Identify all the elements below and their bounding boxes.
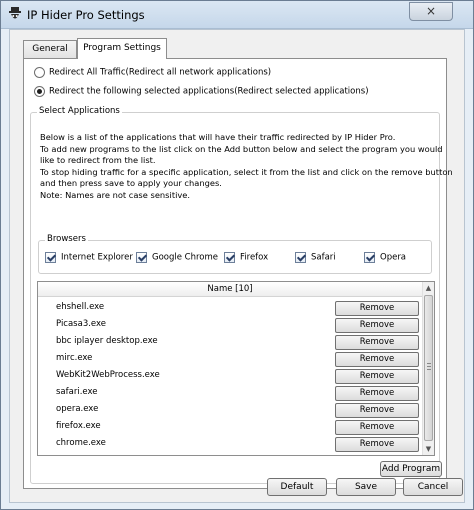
radio-button-selected-icon [34,86,45,97]
description-line: Below is a list of the applications that… [40,132,396,142]
redirect-selected-radio[interactable]: Redirect the following selected applicat… [34,86,369,100]
browser-checkbox-opera[interactable]: Opera [364,252,406,266]
tab-program-settings[interactable]: Program Settings [77,38,167,59]
app-name: firefox.exe [56,421,101,431]
browser-label: Internet Explorer [61,252,133,263]
list-item[interactable]: bbc iplayer desktop.exe Remove [38,334,422,351]
cancel-button[interactable]: Cancel [403,478,463,496]
app-name: ehshell.exe [56,302,105,312]
description-line: like to redirect from the list. [40,155,156,166]
remove-button[interactable]: Remove [335,437,419,452]
applications-list[interactable]: Name [10] ehshell.exe Remove Picasa3.exe… [37,281,435,456]
add-program-button[interactable]: Add Program [380,461,442,477]
radio-button-icon [34,67,45,78]
browser-label: Safari [311,252,336,263]
scroll-thumb[interactable] [424,295,433,441]
list-item[interactable]: WebKit2WebProcess.exe Remove [38,368,422,385]
app-logo-icon [9,7,21,19]
description-line: To stop hiding traffic for a specific ap… [40,166,453,177]
browsers-group: Browsers Internet Explorer Google Chrome… [38,234,432,274]
app-name: chrome.exe [56,438,106,448]
remove-button[interactable]: Remove [335,386,419,401]
browser-label: Opera [380,252,407,263]
select-applications-description: Below is a list of the applications that… [40,132,453,202]
app-name: Picasa3.exe [56,319,107,329]
remove-button[interactable]: Remove [335,403,419,418]
remove-button[interactable]: Remove [335,335,419,350]
remove-button[interactable]: Remove [335,420,419,435]
title-bar[interactable]: IP Hider Pro Settings × [1,1,473,29]
scroll-down-arrow-icon[interactable]: ▼ [423,443,434,455]
remove-button[interactable]: Remove [335,318,419,333]
close-icon: × [425,4,437,18]
browser-checkbox-internet-explorer[interactable]: Internet Explorer [45,252,133,266]
select-applications-title: Select Applications [37,106,122,116]
window-title: IP Hider Pro Settings [27,8,145,22]
save-button[interactable]: Save [336,478,396,496]
browser-label: Google Chrome [152,252,219,263]
app-name: opera.exe [56,404,99,414]
list-item[interactable]: opera.exe Remove [38,402,422,419]
redirect-all-label: Redirect All Traffic(Redirect all networ… [49,67,272,78]
browser-checkbox-firefox[interactable]: Firefox [224,252,268,266]
checkbox-checked-icon [364,252,375,263]
remove-button[interactable]: Remove [335,352,419,367]
redirect-all-radio[interactable]: Redirect All Traffic(Redirect all networ… [34,67,271,81]
browser-checkbox-safari[interactable]: Safari [295,252,336,266]
checkbox-checked-icon [136,252,147,263]
remove-button[interactable]: Remove [335,369,419,384]
grip-line [427,363,431,364]
tab-general[interactable]: General [23,40,77,58]
app-name: bbc iplayer desktop.exe [56,336,158,346]
list-item[interactable]: Picasa3.exe Remove [38,317,422,334]
app-name: WebKit2WebProcess.exe [56,370,160,380]
checkbox-checked-icon [45,252,56,263]
list-header-name[interactable]: Name [10] [38,282,422,297]
description-line: and then press save to apply your change… [40,178,222,189]
list-item[interactable]: mirc.exe Remove [38,351,422,368]
grip-line [427,366,431,367]
list-item[interactable]: firefox.exe Remove [38,419,422,436]
list-scrollbar[interactable]: ▲ ▼ [422,282,434,455]
remove-button[interactable]: Remove [335,301,419,316]
browser-label: Firefox [240,252,269,263]
close-button[interactable]: × [409,2,453,21]
list-item[interactable]: chrome.exe Remove [38,436,422,453]
default-button[interactable]: Default [267,478,327,496]
description-line: Note: Names are not case sensitive. [40,189,191,200]
checkbox-checked-icon [295,252,306,263]
redirect-selected-label: Redirect the following selected applicat… [49,86,369,97]
browsers-title: Browsers [45,234,88,244]
client-area: General Program Settings Redirect All Tr… [9,29,465,503]
browser-checkbox-google-chrome[interactable]: Google Chrome [136,252,218,266]
grip-line [427,369,431,370]
description-line: To add new programs to the list click on… [40,143,443,154]
settings-window: IP Hider Pro Settings × General Program … [0,0,474,510]
app-name: mirc.exe [56,353,93,363]
list-item[interactable]: ehshell.exe Remove [38,300,422,317]
checkbox-checked-icon [224,252,235,263]
app-name: safari.exe [56,387,98,397]
list-item[interactable]: safari.exe Remove [38,385,422,402]
program-settings-panel: Redirect All Traffic(Redirect all networ… [23,58,453,489]
scroll-up-arrow-icon[interactable]: ▲ [423,282,434,294]
